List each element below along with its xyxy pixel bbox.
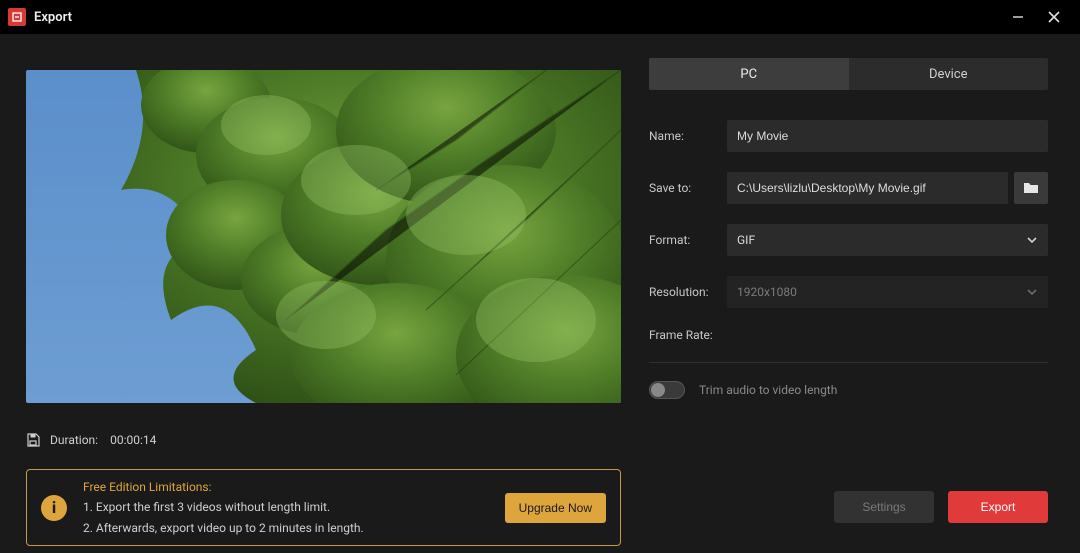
framerate-label: Frame Rate: <box>649 328 727 342</box>
limitations-panel: i Free Edition Limitations: 1. Export th… <box>26 469 621 546</box>
limitations-title: Free Edition Limitations: <box>83 477 489 497</box>
name-label: Name: <box>649 129 727 143</box>
limitations-line-1: 1. Export the first 3 videos without len… <box>83 497 489 517</box>
format-label: Format: <box>649 233 727 247</box>
browse-folder-button[interactable] <box>1014 172 1048 204</box>
toggle-knob <box>651 383 665 397</box>
video-preview <box>26 70 621 403</box>
export-window: Export <box>0 0 1080 553</box>
save-disk-icon <box>26 433 40 447</box>
close-button[interactable] <box>1036 0 1072 34</box>
resolution-value: 1920x1080 <box>737 285 797 299</box>
chevron-down-icon <box>1026 234 1038 246</box>
format-value: GIF <box>737 233 755 247</box>
saveto-input[interactable] <box>727 172 1008 204</box>
chevron-down-icon <box>1026 286 1038 298</box>
titlebar: Export <box>0 0 1080 34</box>
export-button[interactable]: Export <box>948 491 1048 523</box>
name-input[interactable] <box>727 120 1048 152</box>
window-title: Export <box>34 10 72 25</box>
tab-device[interactable]: Device <box>849 58 1049 90</box>
settings-button[interactable]: Settings <box>834 491 934 523</box>
duration-value: 00:00:14 <box>110 433 156 447</box>
trim-audio-toggle[interactable] <box>649 381 685 399</box>
minimize-button[interactable] <box>1000 0 1036 34</box>
resolution-select: 1920x1080 <box>727 276 1048 308</box>
trim-audio-label: Trim audio to video length <box>699 383 837 397</box>
info-icon: i <box>41 495 67 521</box>
limitations-line-2: 2. Afterwards, export video up to 2 minu… <box>83 518 489 538</box>
saveto-label: Save to: <box>649 181 727 195</box>
format-select[interactable]: GIF <box>727 224 1048 256</box>
duration-label: Duration: <box>50 433 98 447</box>
upgrade-button[interactable]: Upgrade Now <box>505 493 606 523</box>
divider <box>649 362 1048 363</box>
duration-row: Duration: 00:00:14 <box>26 433 621 447</box>
folder-icon <box>1023 181 1039 195</box>
resolution-label: Resolution: <box>649 285 727 299</box>
app-icon <box>8 8 26 26</box>
export-target-tabs: PC Device <box>649 58 1048 90</box>
tab-pc[interactable]: PC <box>649 58 849 90</box>
